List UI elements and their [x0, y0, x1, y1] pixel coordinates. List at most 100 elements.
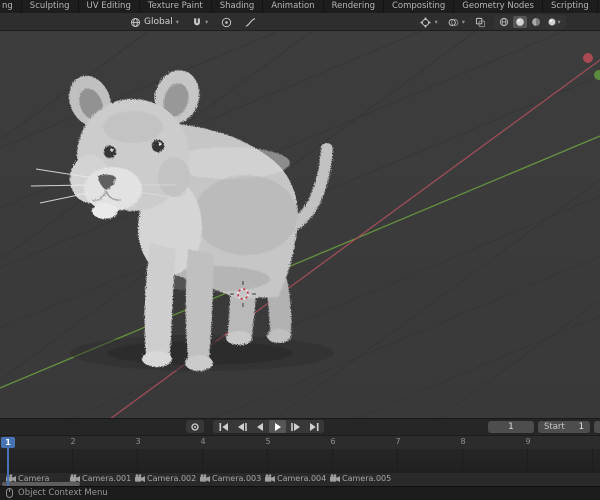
show-overlays-dropdown[interactable]: ▾: [446, 15, 467, 29]
jump-to-start-button[interactable]: [215, 420, 232, 433]
timeline-tracks-area[interactable]: [0, 449, 600, 472]
xray-icon: [475, 17, 486, 28]
camera-icon: [265, 473, 275, 482]
marker-label: Camera.004: [277, 473, 327, 483]
camera-icon: [200, 473, 210, 482]
playback-controls: [0, 420, 555, 433]
lion-cub-model: [69, 70, 333, 371]
ruler-frame-number: 7: [395, 437, 401, 446]
toggle-xray-button[interactable]: [473, 15, 488, 29]
shading-rendered-button[interactable]: ▾: [545, 16, 563, 28]
timeline-markers-row: Camera Camera.001 Camera.002 Camera.003 …: [0, 472, 600, 486]
chevron-down-icon: ▾: [175, 17, 179, 26]
next-keyframe-icon: [290, 422, 300, 431]
tab-shading[interactable]: Shading: [211, 0, 264, 13]
proportional-falloff-button[interactable]: [243, 15, 258, 29]
ruler-frame-number: 8: [460, 437, 466, 446]
record-icon: [191, 422, 199, 431]
gizmo-icon: [420, 16, 432, 28]
falloff-curve-icon: [245, 17, 256, 28]
blender-window: ng Sculpting UV Editing Texture Paint Sh…: [0, 0, 600, 500]
next-keyframe-button[interactable]: [287, 420, 304, 433]
start-frame-field[interactable]: Start 1: [538, 420, 590, 433]
orientation-globe-icon: [130, 17, 141, 28]
play-reverse-button[interactable]: [251, 420, 268, 433]
marker-label: Camera.005: [342, 473, 392, 483]
proportional-editing-button[interactable]: [219, 15, 234, 29]
tab-rendering[interactable]: Rendering: [323, 0, 384, 13]
viewport-canvas: [0, 31, 600, 418]
shading-material-button[interactable]: [529, 16, 543, 28]
play-reverse-icon: [256, 422, 263, 431]
proportional-editing-icon: [221, 17, 232, 28]
viewport-header-right: ▾ ▾ ▾: [418, 15, 566, 29]
ruler-frame-number: 9: [525, 437, 531, 446]
cub-eye-right: [151, 139, 165, 153]
status-bar: Object Context Menu: [0, 486, 600, 500]
current-frame-field[interactable]: 1: [488, 420, 534, 433]
transform-orientation-dropdown[interactable]: Global ▾: [128, 15, 181, 29]
jump-to-end-icon: [309, 422, 318, 431]
chevron-down-icon: ▾: [204, 17, 209, 26]
frame-range-fields: 1 Start 1 End: [488, 420, 600, 433]
current-frame-indicator[interactable]: 1: [1, 436, 15, 448]
shading-solid-button[interactable]: [513, 16, 527, 28]
orientation-label: Global: [144, 17, 173, 27]
chevron-down-icon: ▾: [461, 17, 465, 26]
camera-icon: [135, 473, 145, 482]
timeline-playback-bar: 1 Start 1 End: [0, 418, 600, 435]
shading-wireframe-button[interactable]: [497, 16, 511, 28]
chevron-down-icon: ▾: [557, 17, 561, 26]
marker-camera-001[interactable]: Camera.001: [70, 474, 131, 483]
snap-magnet-icon: [192, 17, 202, 28]
marker-camera-005[interactable]: Camera.005: [330, 474, 391, 483]
start-value: 1: [578, 421, 584, 432]
snapping-dropdown[interactable]: ▾: [190, 15, 210, 29]
jump-to-start-icon: [219, 422, 228, 431]
overlays-icon: [448, 17, 459, 28]
marker-camera-003[interactable]: Camera.003: [200, 474, 261, 483]
playhead-line[interactable]: [7, 447, 9, 486]
end-frame-field[interactable]: End: [594, 420, 600, 433]
mouse-icon: [6, 488, 13, 498]
marker-label: Camera.002: [147, 473, 197, 483]
play-button[interactable]: [269, 420, 286, 433]
cub-eye-left: [103, 145, 117, 159]
chevron-down-icon: ▾: [434, 17, 438, 26]
tab-uv-editing[interactable]: UV Editing: [78, 0, 140, 13]
auto-keying-button[interactable]: [186, 420, 204, 433]
previous-keyframe-button[interactable]: [233, 420, 250, 433]
play-icon: [274, 422, 281, 431]
viewport-header: Global ▾ ▾ ▾ ▾ ▾: [0, 13, 600, 31]
ruler-frame-number: 5: [265, 437, 271, 446]
tab-scripting[interactable]: Scripting: [542, 0, 598, 13]
status-hint-text: Object Context Menu: [18, 488, 108, 498]
marker-label: Camera.003: [212, 473, 262, 483]
start-label: Start: [544, 421, 565, 432]
timeline-ruler[interactable]: 2 3 4 5 6 7 8 9 1: [0, 435, 600, 449]
3d-viewport[interactable]: [0, 31, 600, 418]
marker-camera-004[interactable]: Camera.004: [265, 474, 326, 483]
tab-geometry-nodes[interactable]: Geometry Nodes: [454, 0, 543, 13]
viewport-header-left: Global ▾ ▾: [128, 15, 258, 29]
ruler-frame-number: 3: [135, 437, 141, 446]
camera-icon: [330, 473, 340, 482]
playback-button-group: [213, 420, 324, 433]
shading-mode-group: ▾: [494, 15, 566, 29]
marker-camera-002[interactable]: Camera.002: [135, 474, 196, 483]
topbar: ng Sculpting UV Editing Texture Paint Sh…: [0, 0, 600, 13]
tab-sculpting[interactable]: Sculpting: [21, 0, 79, 13]
tab-modeling[interactable]: ng: [0, 0, 22, 13]
tab-texture-paint[interactable]: Texture Paint: [139, 0, 212, 13]
show-gizmo-dropdown[interactable]: ▾: [418, 15, 439, 29]
gizmo-x-axis-dot: [583, 53, 593, 63]
marker-label: Camera.001: [82, 473, 132, 483]
tab-animation[interactable]: Animation: [263, 0, 324, 13]
ruler-frame-number: 4: [200, 437, 206, 446]
ruler-frame-number: 6: [330, 437, 336, 446]
jump-to-end-button[interactable]: [305, 420, 322, 433]
previous-keyframe-icon: [237, 422, 247, 431]
cub-muzzle: [84, 167, 142, 211]
tab-compositing[interactable]: Compositing: [383, 0, 455, 13]
ruler-frame-number: 2: [70, 437, 76, 446]
